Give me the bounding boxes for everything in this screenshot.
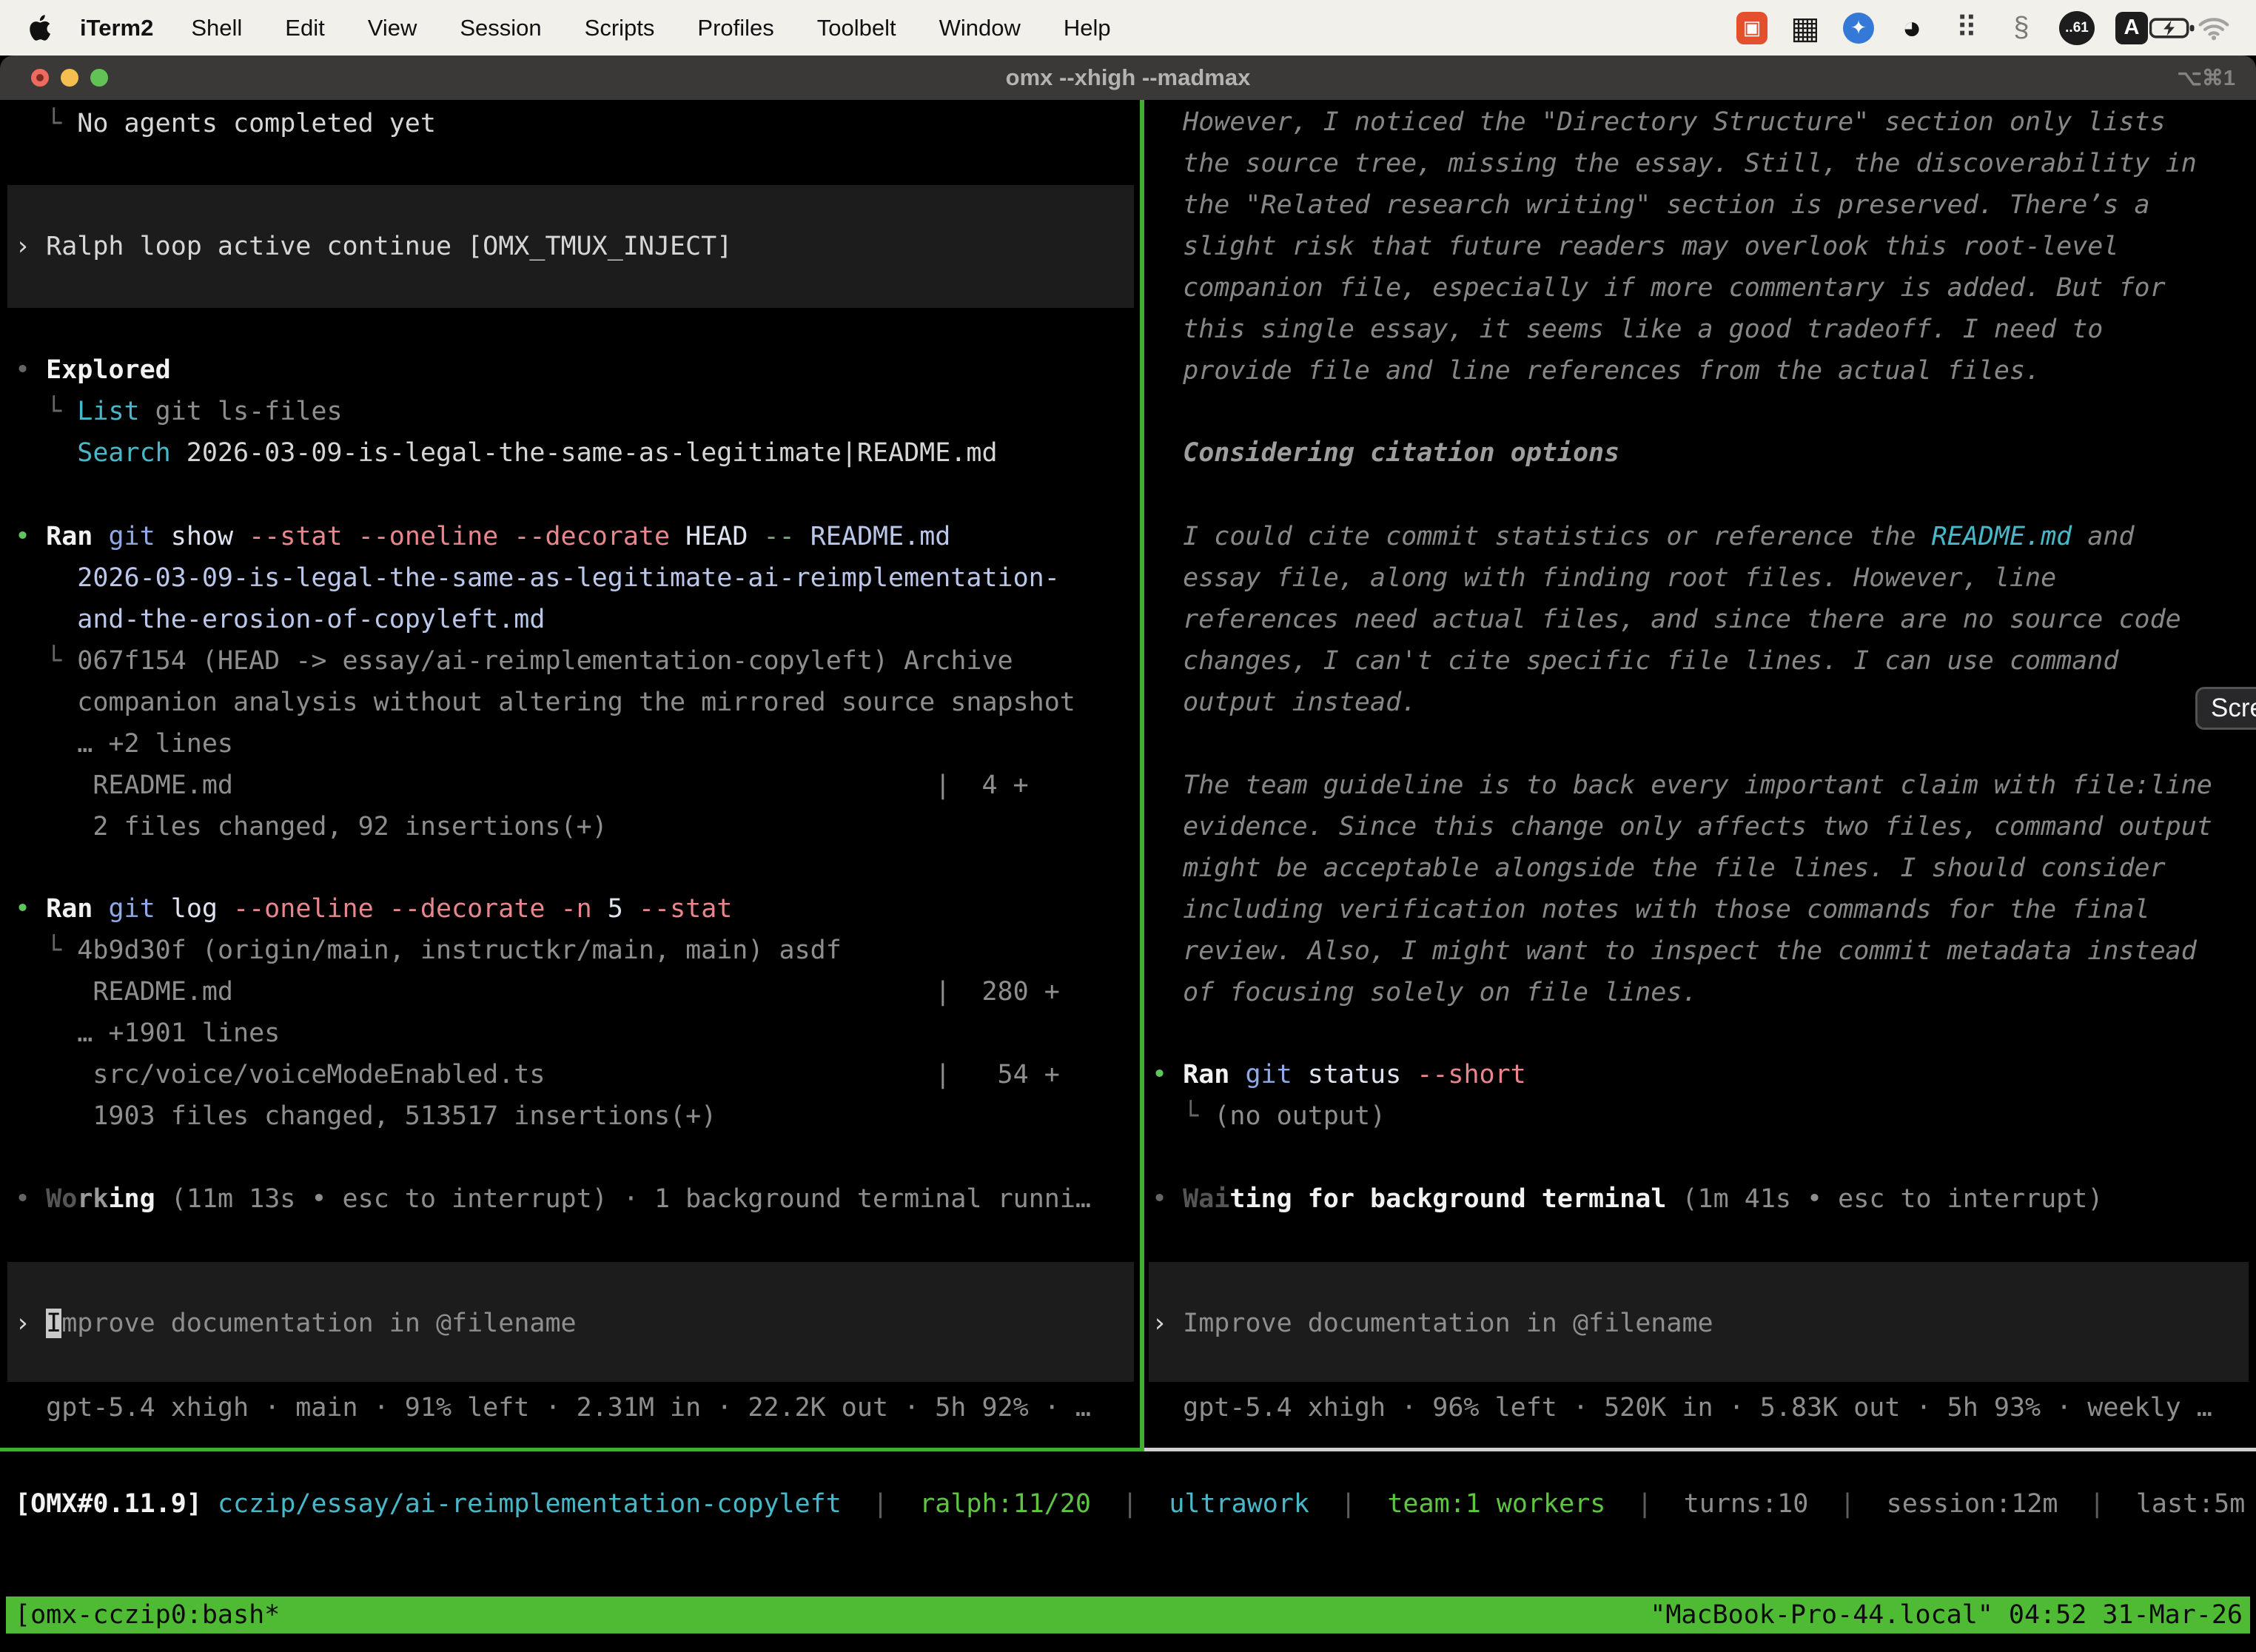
terminal-line: Search 2026-03-09-is-legal-the-same-as-l… [15, 432, 998, 474]
menu-item-help[interactable]: Help [1064, 15, 1111, 41]
menu-item-edit[interactable]: Edit [285, 15, 324, 41]
terminal-line: references need actual files, and since … [1152, 599, 2181, 640]
terminal-line: However, I noticed the "Directory Struct… [1152, 101, 2166, 143]
terminal-line: • Ran git show --stat --oneline --decora… [15, 516, 950, 557]
terminal-line: [OMX#0.11.9] cczip/essay/ai-reimplementa… [15, 1483, 2256, 1525]
terminal-line: └ No agents completed yet [15, 103, 436, 144]
terminal-line: evidence. Since this change only affects… [1152, 806, 2212, 847]
screen-tooltip-label: Scre [2211, 694, 2256, 723]
terminal-line: review. Also, I might want to inspect th… [1152, 930, 2197, 972]
window-shortcut-badge: ⌥⌘1 [2177, 56, 2235, 100]
keypad-shield-icon[interactable]: ▦ [1788, 11, 1822, 45]
terminal-line: the source tree, missing the essay. Stil… [1152, 143, 2197, 184]
terminal-line: └ 4b9d30f (origin/main, instructkr/main,… [15, 930, 842, 971]
terminal-line: slight risk that future readers may over… [1152, 226, 2118, 267]
terminal-line: … +2 lines [15, 723, 233, 765]
terminal-line: • Working (11m 13s • esc to interrupt) ·… [15, 1178, 1091, 1220]
menu-bar: iTerm2 Shell Edit View Session Scripts Profil… [0, 0, 2256, 56]
menu-item-session[interactable]: Session [460, 15, 541, 41]
title-bar: omx --xhigh --madmax ⌥⌘1 [0, 56, 2256, 100]
left-pane-transcript: └ No agents completed yet › Ralph loop ac… [15, 100, 1140, 1449]
terminal-line: Considering citation options [1152, 432, 1619, 474]
terminal-line: changes, I can't cite specific file line… [1152, 640, 2118, 682]
terminal-line: gpt-5.4 xhigh · 96% left · 520K in · 5.8… [1152, 1387, 2212, 1428]
terminal-line: └ (no output) [1152, 1095, 1386, 1137]
disc-icon[interactable]: ◕ [1895, 11, 1929, 45]
screen: iTerm2 Shell Edit View Session Scripts Profil… [0, 0, 2256, 1652]
terminal-content: └ No agents completed yet › Ralph loop ac… [0, 100, 2256, 1652]
terminal-line: of focusing solely on file lines. [1152, 972, 1698, 1013]
terminal-line: README.md | 4 + [15, 765, 1029, 806]
tmux-window-name[interactable]: [omx-cczip0:bash* [6, 1600, 280, 1630]
tmux-host-clock: "MacBook-Pro-44.local" 04:52 31-Mar-26 [1650, 1600, 2250, 1630]
terminal-line: The team guideline is to back every impo… [1152, 765, 2212, 806]
terminal-line: gpt-5.4 xhigh · main · 91% left · 2.31M … [15, 1387, 1091, 1428]
wifi-icon[interactable] [2197, 11, 2231, 45]
menu-item-window[interactable]: Window [939, 15, 1021, 41]
pane-divider[interactable] [1140, 100, 1144, 1451]
menu-item-toolbelt[interactable]: Toolbelt [817, 15, 896, 41]
screenshot-icon[interactable]: ▣ [1736, 12, 1767, 44]
apple-menu-icon[interactable] [25, 11, 55, 45]
screen-tooltip[interactable]: Scre [2195, 687, 2256, 730]
input-source-icon[interactable]: A [2115, 12, 2148, 44]
timer-badge-icon[interactable]: ..61 [2059, 11, 2095, 45]
terminal-line: including verification notes with those … [1152, 889, 2150, 930]
terminal-line: companion analysis without altering the … [15, 682, 1075, 723]
terminal-line: essay file, along with finding root file… [1152, 557, 2056, 599]
terminal-line: › Improve documentation in @filename [15, 1303, 577, 1344]
terminal-line: └ 067f154 (HEAD -> essay/ai-reimplementa… [15, 640, 1013, 682]
menu-item-shell[interactable]: Shell [191, 15, 242, 41]
battery-icon[interactable] [2148, 11, 2197, 45]
terminal-line: the "Related research writing" section i… [1152, 184, 2150, 226]
spark-badge-icon[interactable]: ✦ [1843, 13, 1874, 44]
terminal-line: provide file and line references from th… [1152, 350, 2041, 392]
terminal-line: 2026-03-09-is-legal-the-same-as-legitima… [15, 557, 1060, 599]
terminal-line: › Ralph loop active continue [OMX_TMUX_I… [15, 226, 732, 267]
menu-app-name[interactable]: iTerm2 [80, 15, 153, 41]
menubar-status-icons: ▣ ▦ ✦ ◕ ⠿ § ..61 A [1736, 11, 2148, 45]
terminal-line: └ List git ls-files [15, 391, 343, 432]
terminal-line: • Ran git status --short [1152, 1054, 1526, 1095]
terminal-line: might be acceptable alongside the file l… [1152, 847, 2166, 889]
iterm-window: omx --xhigh --madmax ⌥⌘1 └ No agents com… [0, 56, 2256, 1652]
terminal-line: … +1901 lines [15, 1013, 280, 1054]
terminal-line: • Explored [15, 349, 171, 391]
menu-items: Shell Edit View Session Scripts Profiles Toolb… [169, 15, 1132, 41]
terminal-line: 1903 files changed, 513517 insertions(+) [15, 1095, 716, 1137]
terminal-line: README.md | 280 + [15, 971, 1060, 1013]
dots-grid-icon[interactable]: ⠿ [1950, 11, 1984, 45]
terminal-line: • Ran git log --oneline --decorate -n 5 … [15, 888, 732, 930]
terminal-line: • Waiting for background terminal (1m 41… [1152, 1178, 2103, 1220]
terminal-line: 2 files changed, 92 insertions(+) [15, 806, 608, 847]
terminal-line: src/voice/voiceModeEnabled.ts | 54 + [15, 1054, 1060, 1095]
terminal-line: output instead. [1152, 682, 1417, 723]
menu-item-view[interactable]: View [368, 15, 417, 41]
menu-item-scripts[interactable]: Scripts [585, 15, 655, 41]
terminal-line: this single essay, it seems like a good … [1152, 309, 2103, 350]
right-pane-transcript: However, I noticed the "Directory Struct… [1152, 100, 2249, 1449]
menu-item-profiles[interactable]: Profiles [697, 15, 773, 41]
terminal-line: › Improve documentation in @filename [1152, 1303, 1713, 1344]
window-title: omx --xhigh --madmax [0, 64, 2256, 91]
tmux-status-bar: [omx-cczip0:bash* "MacBook-Pro-44.local"… [6, 1596, 2250, 1633]
terminal-line: and-the-erosion-of-copyleft.md [15, 599, 545, 640]
terminal-line: I could cite commit statistics or refere… [1152, 516, 2135, 557]
apple-logo-icon [27, 13, 53, 43]
terminal-line: companion file, especially if more comme… [1152, 267, 2166, 309]
squiggle-icon[interactable]: § [2004, 11, 2038, 45]
